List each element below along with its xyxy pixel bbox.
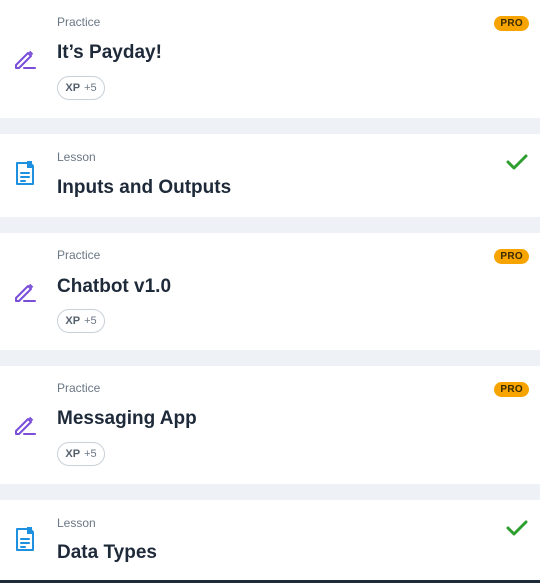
xp-badge: XP +5: [57, 442, 105, 466]
item-type-label: Lesson: [57, 150, 96, 164]
item-title[interactable]: Messaging App: [57, 408, 197, 430]
xp-value: +5: [84, 315, 97, 327]
list-item-lesson[interactable]: Lesson Data Types: [0, 500, 540, 580]
list-item-practice[interactable]: Practice Chatbot v1.0 XP +5 PRO: [0, 233, 540, 350]
xp-value: +5: [84, 448, 97, 460]
item-title[interactable]: Data Types: [57, 542, 157, 564]
pro-badge: PRO: [494, 249, 529, 264]
xp-badge: XP +5: [57, 76, 105, 100]
pencil-icon: [12, 46, 38, 72]
check-icon: [506, 153, 528, 171]
xp-badge: XP +5: [57, 309, 105, 333]
xp-label: XP: [65, 315, 81, 327]
list-item-practice[interactable]: Practice It’s Payday! XP +5 PRO: [0, 0, 540, 118]
list-item-lesson[interactable]: Lesson Inputs and Outputs: [0, 134, 540, 217]
item-type-label: Lesson: [57, 516, 96, 530]
item-title[interactable]: Chatbot v1.0: [57, 276, 171, 298]
item-type-label: Practice: [57, 15, 101, 29]
item-title[interactable]: It’s Payday!: [57, 42, 162, 64]
pro-badge: PRO: [494, 382, 529, 397]
item-type-label: Practice: [57, 248, 101, 262]
pencil-icon: [12, 279, 38, 305]
list-item-practice[interactable]: Practice Messaging App XP +5 PRO: [0, 366, 540, 484]
pencil-icon: [12, 412, 38, 438]
document-icon: [12, 160, 38, 186]
xp-value: +5: [84, 82, 97, 94]
document-icon: [12, 526, 38, 552]
xp-label: XP: [65, 82, 81, 94]
item-type-label: Practice: [57, 381, 101, 395]
pro-badge: PRO: [494, 16, 529, 31]
check-icon: [506, 519, 528, 537]
xp-label: XP: [65, 448, 81, 460]
item-title[interactable]: Inputs and Outputs: [57, 177, 231, 199]
